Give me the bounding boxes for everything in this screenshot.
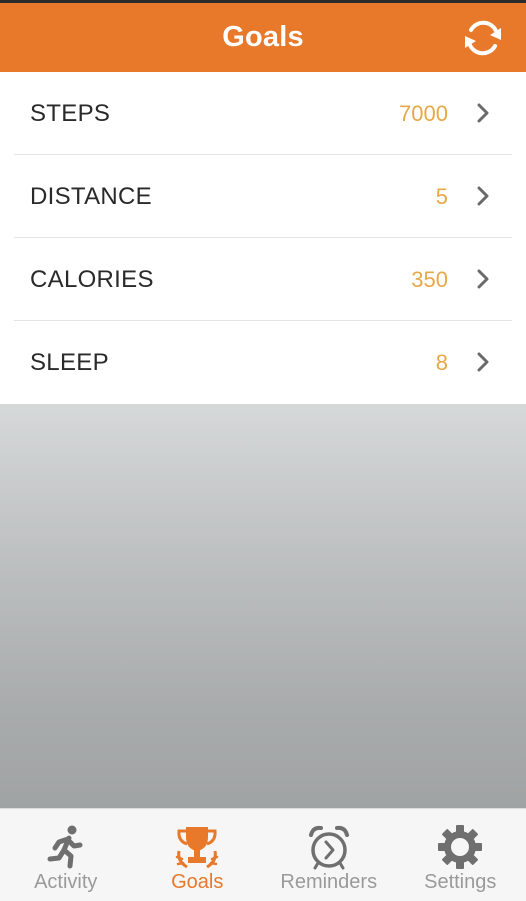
goal-label: CALORIES [30, 238, 154, 320]
goal-label: STEPS [30, 72, 110, 154]
goal-row-calories[interactable]: CALORIES 350 [14, 237, 512, 320]
gear-icon [436, 823, 484, 871]
chevron-right-icon [476, 269, 490, 289]
goals-list: STEPS 7000 DISTANCE 5 CALORIES 350 SLEEP… [0, 72, 526, 404]
app-header: Goals [0, 3, 526, 72]
goal-row-sleep[interactable]: SLEEP 8 [14, 320, 512, 403]
tab-label: Reminders [263, 871, 395, 894]
sync-icon [461, 16, 505, 60]
tab-label: Goals [132, 871, 264, 894]
tab-reminders[interactable]: Reminders [263, 809, 395, 901]
goal-label: SLEEP [30, 321, 109, 403]
tab-activity[interactable]: Activity [0, 809, 132, 901]
goal-value: 350 [411, 238, 448, 320]
empty-content-area [0, 404, 526, 808]
tab-goals[interactable]: Goals [132, 809, 264, 901]
tab-label: Activity [0, 871, 132, 894]
tab-label: Settings [395, 871, 526, 894]
running-person-icon [42, 823, 90, 871]
sync-button[interactable] [460, 15, 506, 61]
goal-value: 8 [436, 321, 448, 403]
goal-value: 7000 [399, 72, 448, 154]
tab-settings[interactable]: Settings [395, 809, 526, 901]
goal-label: DISTANCE [30, 155, 152, 237]
bottom-tab-bar: Activity Goals Reminders [0, 808, 526, 901]
goal-row-steps[interactable]: STEPS 7000 [14, 72, 512, 154]
chevron-right-icon [476, 352, 490, 372]
chevron-right-icon [476, 103, 490, 123]
trophy-icon [173, 823, 221, 871]
alarm-clock-icon [305, 823, 353, 871]
goal-row-distance[interactable]: DISTANCE 5 [14, 154, 512, 237]
page-title: Goals [0, 3, 526, 72]
chevron-right-icon [476, 186, 490, 206]
goal-value: 5 [436, 155, 448, 237]
